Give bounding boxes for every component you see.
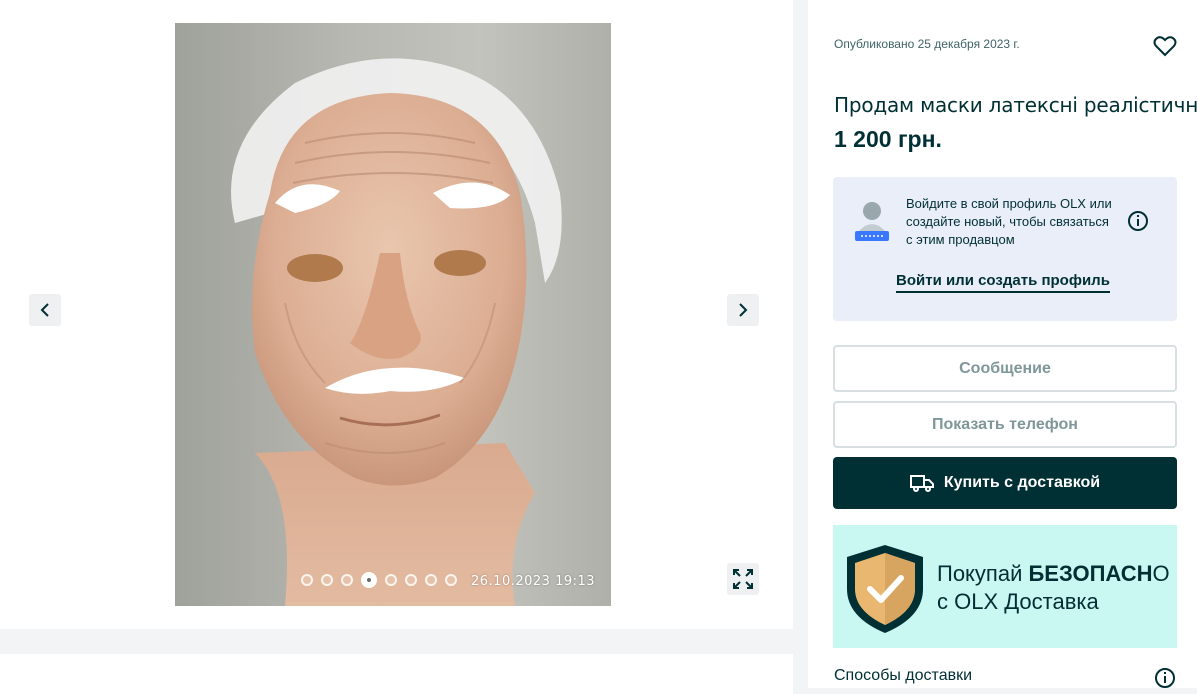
favorite-button[interactable]	[1152, 33, 1178, 59]
gallery-dot[interactable]	[301, 574, 313, 586]
buy-with-delivery-label: Купить с доставкой	[943, 474, 1101, 491]
mask-image	[231, 58, 562, 606]
heart-icon	[1153, 36, 1177, 57]
message-button[interactable]: Сообщение	[833, 345, 1177, 392]
promo-headline: Покупай БЕЗОПАСНО	[937, 561, 1170, 586]
shield-check-icon	[847, 545, 923, 633]
buy-with-delivery-button[interactable]: Купить с доставкой	[833, 457, 1177, 509]
gallery-dot[interactable]	[385, 574, 397, 586]
gallery-prev-button[interactable]	[29, 294, 61, 326]
gallery-dot[interactable]	[425, 574, 437, 586]
delivery-methods-title: Способы доставки	[834, 667, 973, 684]
truck-icon	[909, 475, 934, 492]
login-prompt-text: Войдите в свой профиль OLX или создайте …	[906, 196, 1112, 247]
ad-photo[interactable]	[175, 23, 611, 606]
gallery-dot[interactable]	[445, 574, 457, 586]
info-icon[interactable]	[1154, 667, 1176, 689]
gallery-dot[interactable]	[321, 574, 333, 586]
published-date: Опубликовано 25 декабря 2023 г.	[834, 37, 1020, 51]
olx-delivery-promo[interactable]: Покупай БЕЗОПАСНО с OLX Доставка	[833, 525, 1177, 648]
fullscreen-button[interactable]	[727, 563, 759, 595]
ad-title: Продам маски латексні реалістичні	[834, 93, 1197, 118]
gallery-dot-active[interactable]	[361, 572, 377, 588]
gallery-dot[interactable]	[405, 574, 417, 586]
login-prompt: Войдите в свой профиль OLX или создайте …	[833, 177, 1177, 321]
chevron-right-icon	[739, 303, 748, 317]
info-icon[interactable]	[1127, 210, 1149, 232]
expand-icon	[733, 569, 753, 589]
gallery-dot[interactable]	[341, 574, 353, 586]
gallery-dots	[301, 571, 457, 589]
user-avatar-icon	[855, 202, 889, 241]
photo-timestamp: 26.10.2023 19:13	[471, 574, 596, 589]
chevron-left-icon	[40, 303, 49, 317]
description-card	[0, 654, 793, 694]
promo-subline: с OLX Доставка	[937, 589, 1099, 614]
show-phone-button[interactable]: Показать телефон	[833, 401, 1177, 448]
login-link[interactable]: Войти или создать профиль	[896, 272, 1110, 293]
gallery-card: 26.10.2023 19:13	[0, 0, 793, 629]
gallery-next-button[interactable]	[727, 294, 759, 326]
ad-price: 1 200 грн.	[834, 126, 942, 152]
